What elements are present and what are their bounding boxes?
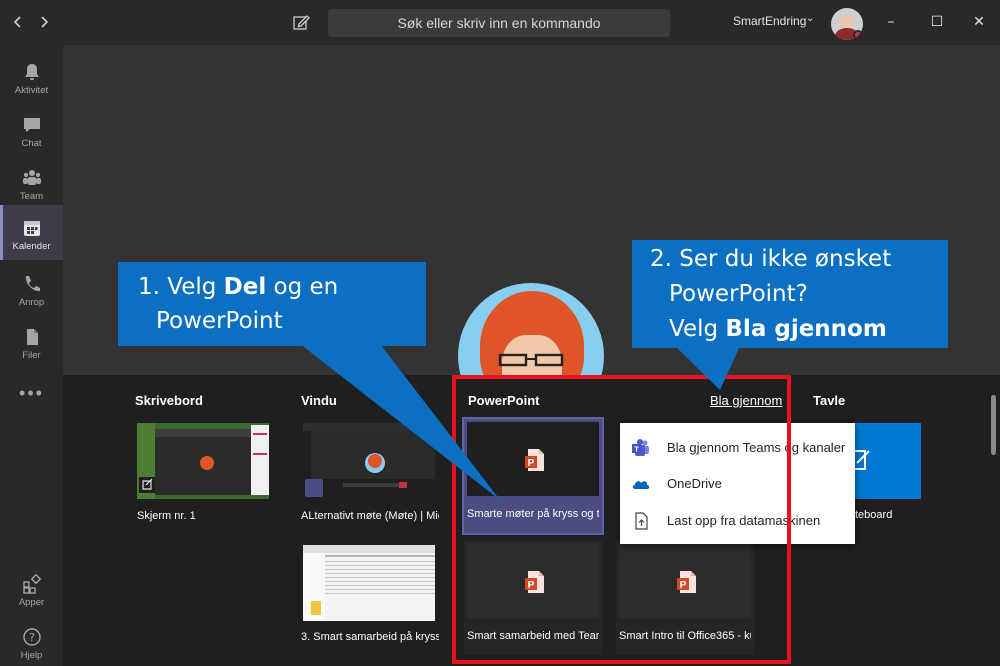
status-badge	[853, 30, 863, 40]
section-title-powerpoint: PowerPoint	[468, 393, 540, 408]
ppt-file-card[interactable]: P Smarte møter på kryss og tvers	[462, 417, 604, 535]
rail-label: Hjelp	[20, 650, 43, 661]
window-thumbnail[interactable]	[303, 545, 435, 621]
window-thumbnail[interactable]	[303, 423, 435, 499]
teams-icon: T	[632, 439, 649, 456]
callout1-text: 1. Velg	[138, 274, 224, 300]
rail-item-files[interactable]: Filer	[0, 318, 63, 368]
menu-item-label: Bla gjennom Teams og kanaler	[667, 440, 846, 455]
callout1-line2: PowerPoint	[156, 308, 283, 334]
maximize-button[interactable]: ☐	[928, 13, 946, 31]
ppt-file-label: Smart samarbeid med Teams	[467, 630, 599, 642]
rail-label: Team	[19, 191, 44, 202]
chevron-right-icon[interactable]	[34, 12, 54, 32]
compose-icon[interactable]	[291, 12, 311, 32]
calendar-icon	[23, 221, 40, 236]
powerpoint-icon: P	[525, 571, 544, 593]
team-icon	[22, 170, 41, 185]
help-icon: ?	[22, 628, 41, 646]
menu-item-upload[interactable]: Last opp fra datamaskinen	[620, 503, 855, 539]
chevron-left-icon[interactable]	[8, 12, 28, 32]
rail-label: Kalender	[12, 241, 51, 252]
phone-icon	[25, 276, 40, 292]
bell-icon	[24, 64, 39, 80]
ppt-file-label: Smarte møter på kryss og tvers	[467, 508, 599, 520]
callout2-text: Velg	[669, 316, 726, 342]
powerpoint-icon: P	[677, 571, 696, 593]
chat-icon	[23, 118, 40, 132]
section-title-window: Vindu	[301, 393, 337, 408]
more-apps-button[interactable]: •••	[0, 383, 63, 404]
apps-icon	[22, 573, 41, 594]
section-title-whiteboard: Tavle	[813, 393, 846, 408]
org-switcher[interactable]: SmartEndring	[733, 14, 806, 28]
rail-item-apps[interactable]: Apper	[0, 565, 63, 615]
close-button[interactable]: ✕	[970, 13, 988, 31]
callout1-text: og en	[266, 274, 339, 300]
desktop-screen-label: Skjerm nr. 1	[137, 510, 196, 522]
desktop-screen-thumbnail[interactable]	[137, 423, 269, 499]
ppt-file-card[interactable]: P Smart Intro til Office365 - kurs	[616, 541, 754, 655]
svg-text:T: T	[634, 445, 639, 454]
rail-label: Aktivitet	[14, 85, 49, 96]
rail-label: Chat	[21, 138, 42, 149]
chevron-down-icon[interactable]: ⌄	[806, 13, 814, 24]
menu-item-label: Last opp fra datamaskinen	[667, 513, 821, 528]
callout2-line1: 2. Ser du ikke ønsket	[650, 246, 892, 272]
svg-text:P: P	[528, 458, 535, 469]
callout2-bold: Bla gjennom	[725, 316, 887, 342]
app-rail: Aktivitet Chat Team Kalender Anrop Filer…	[0, 45, 63, 666]
rail-item-calendar[interactable]: Kalender	[0, 205, 63, 260]
rail-item-activity[interactable]: Aktivitet	[0, 53, 63, 103]
whiteboard-tile[interactable]	[845, 423, 921, 499]
instruction-callout-2: 2. Ser du ikke ønsket PowerPoint? Velg B…	[632, 240, 948, 348]
title-bar: Søk eller skriv inn en kommando SmartEnd…	[0, 0, 1000, 45]
callout2-line2: PowerPoint?	[669, 281, 808, 307]
upload-icon	[635, 512, 648, 530]
file-icon	[26, 329, 38, 345]
rail-item-team[interactable]: Team	[0, 159, 63, 209]
rail-item-calls[interactable]: Anrop	[0, 265, 63, 315]
svg-text:P: P	[528, 580, 535, 591]
ppt-file-label: Smart Intro til Office365 - kurs	[619, 630, 751, 642]
powerpoint-icon: P	[525, 449, 544, 471]
rail-label: Apper	[18, 597, 45, 608]
menu-item-label: OneDrive	[667, 476, 722, 491]
minimize-button[interactable]: –	[882, 13, 900, 31]
onedrive-icon	[632, 481, 650, 489]
tray-scrollbar[interactable]	[991, 395, 996, 455]
svg-text:P: P	[680, 580, 687, 591]
section-title-desktop: Skrivebord	[135, 393, 203, 408]
menu-item-onedrive[interactable]: OneDrive	[620, 466, 855, 502]
ppt-file-card[interactable]: P Smart samarbeid med Teams	[464, 541, 602, 655]
menu-item-teams-channels[interactable]: T Bla gjennom Teams og kanaler	[620, 430, 855, 466]
window-label: 3. Smart samarbeid på kryss av grenser	[301, 631, 439, 643]
whiteboard-label: teboard	[855, 509, 893, 521]
callout1-bold: Del	[223, 274, 267, 300]
rail-item-help[interactable]: ? Hjelp	[0, 618, 63, 666]
teams-window: Søk eller skriv inn en kommando SmartEnd…	[0, 0, 1000, 666]
avatar[interactable]	[831, 8, 863, 40]
rail-label: Anrop	[18, 297, 45, 308]
instruction-callout-1: 1. Velg Del og en PowerPoint	[118, 262, 426, 346]
browse-link[interactable]: Bla gjennom	[710, 393, 782, 408]
rail-item-chat[interactable]: Chat	[0, 106, 63, 156]
search-input[interactable]: Søk eller skriv inn en kommando	[328, 9, 670, 37]
browse-menu: T Bla gjennom Teams og kanaler OneDrive …	[620, 423, 855, 544]
rail-label: Filer	[22, 350, 41, 361]
svg-text:?: ?	[29, 631, 35, 644]
window-label: ALternativt møte (Møte) | Microsoft Team…	[301, 510, 439, 522]
